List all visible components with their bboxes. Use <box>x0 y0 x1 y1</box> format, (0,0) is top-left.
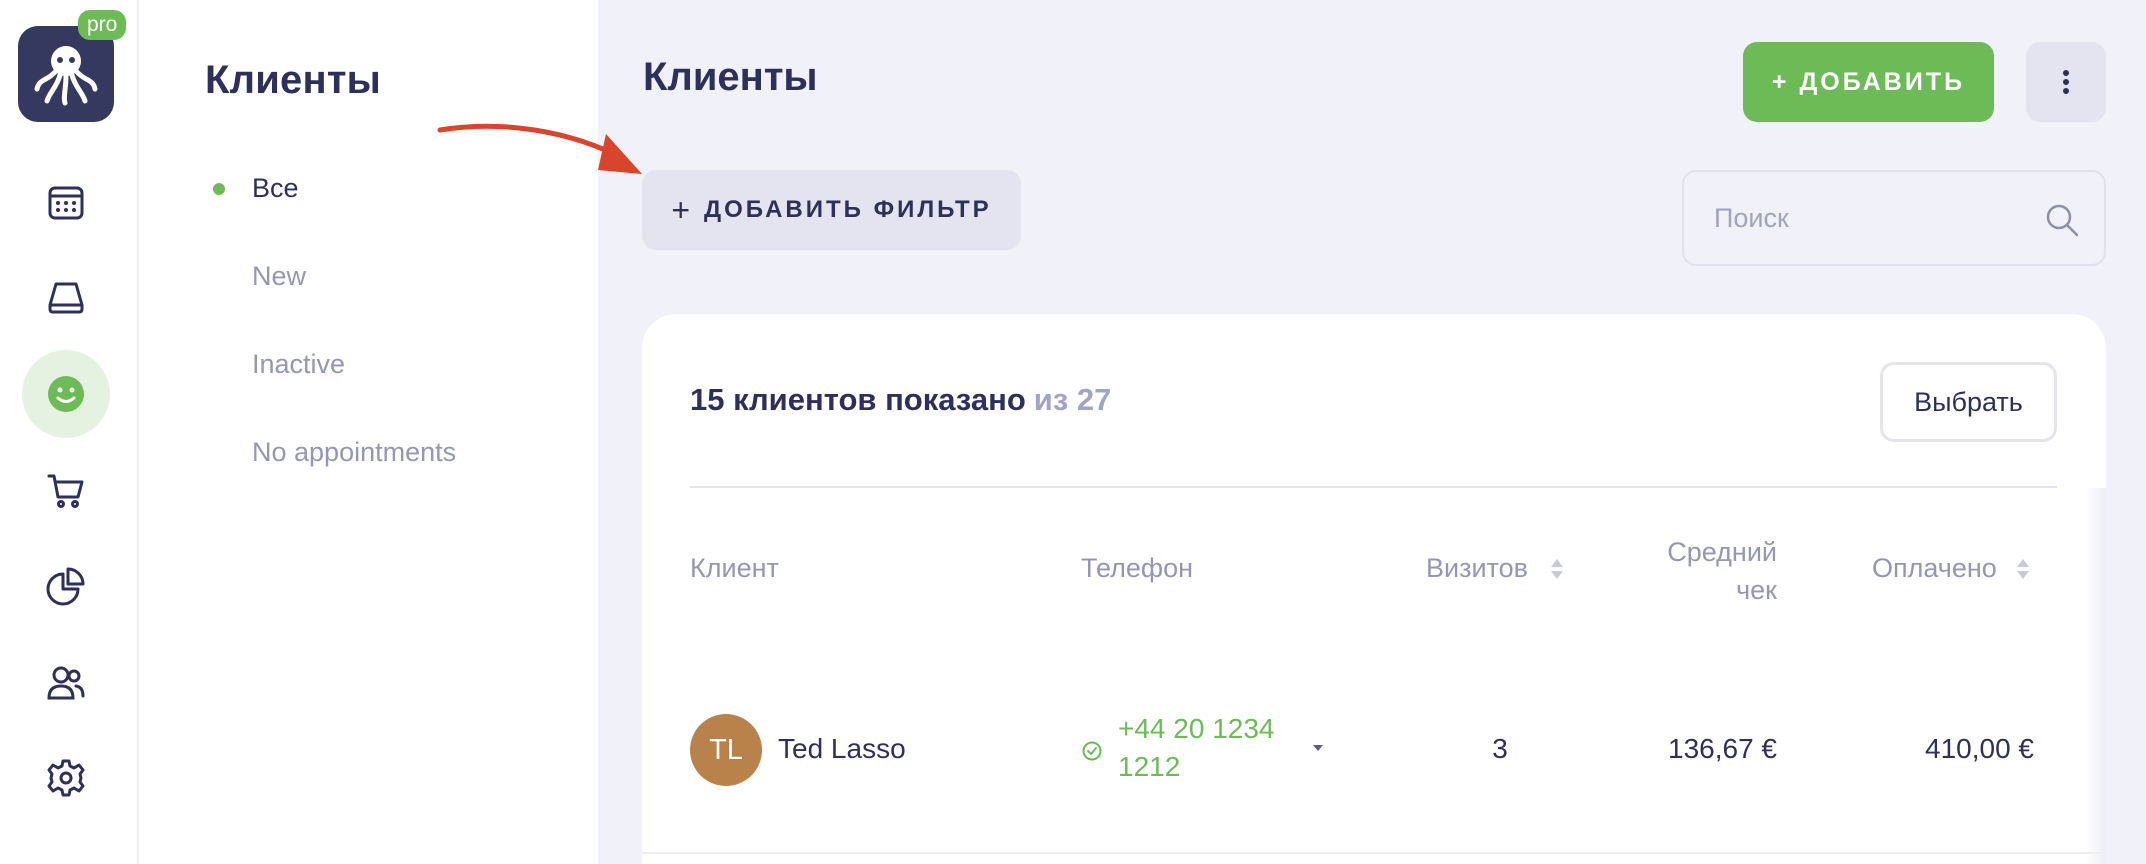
smiley-icon <box>48 376 84 412</box>
client-avg-check: 136,67 € <box>1668 733 1777 764</box>
add-filter-label: ДОБАВИТЬ ФИЛЬТР <box>704 196 992 223</box>
search-icon <box>2046 204 2079 237</box>
column-header-avg-check[interactable]: Средний чек <box>1620 533 1777 609</box>
plus-icon: + <box>671 191 690 228</box>
client-phone[interactable]: +44 20 1234 1212 <box>1118 710 1298 786</box>
phone-dropdown-chevron-icon[interactable] <box>1311 743 1325 753</box>
rail-item-reports[interactable] <box>22 542 110 630</box>
sort-visits-icon[interactable] <box>1549 556 1565 582</box>
client-name[interactable]: Ted Lasso <box>778 733 906 765</box>
clients-count: 15 клиентов показано из 27 <box>690 382 1111 418</box>
row-divider <box>642 852 2106 854</box>
sidebar-title: Клиенты <box>205 58 381 102</box>
column-header-visits[interactable]: Визитов <box>1426 553 1528 584</box>
search-input[interactable] <box>1714 198 2034 238</box>
client-paid: 410,00 € <box>1925 733 2034 764</box>
calendar-icon <box>48 186 84 220</box>
avg-check-line2: чек <box>1736 575 1777 605</box>
gear-icon <box>47 759 85 797</box>
avatar: TL <box>690 714 762 786</box>
phone-line2: 1212 <box>1118 751 1181 782</box>
rail-item-shop[interactable] <box>22 446 110 534</box>
phone-verified-icon <box>1082 741 1102 761</box>
filter-item-inactive[interactable]: Inactive <box>252 349 345 380</box>
add-filter-button[interactable]: + ДОБАВИТЬ ФИЛЬТР <box>642 170 1021 250</box>
column-header-paid[interactable]: Оплачено <box>1872 553 1997 584</box>
app-logo[interactable] <box>18 26 114 122</box>
pie-chart-icon <box>46 567 85 606</box>
filter-item-new[interactable]: New <box>252 261 306 292</box>
rail-item-calendar[interactable] <box>22 158 110 246</box>
more-options-button[interactable] <box>2026 42 2106 122</box>
rail-item-clients[interactable] <box>22 350 110 438</box>
pro-badge: pro <box>78 10 127 40</box>
sort-paid-icon[interactable] <box>2015 556 2031 582</box>
rail-item-settings[interactable] <box>22 734 110 822</box>
column-header-client[interactable]: Клиент <box>690 553 779 584</box>
avg-check-line1: Средний <box>1667 537 1777 567</box>
column-header-phone[interactable]: Телефон <box>1081 553 1193 584</box>
app-root: pro Клиенты Все New Inactive No appointm… <box>0 0 2146 864</box>
annotation-arrow <box>437 123 642 174</box>
inbox-icon <box>48 282 84 314</box>
phone-line1: +44 20 1234 <box>1118 713 1275 744</box>
users-icon <box>47 666 85 700</box>
filter-item-all[interactable]: Все <box>252 173 299 204</box>
search-box[interactable] <box>1682 170 2106 266</box>
cart-icon <box>47 474 84 508</box>
client-visits: 3 <box>1492 733 1508 764</box>
add-client-button[interactable]: + ДОБАВИТЬ <box>1743 42 1994 122</box>
clients-total: из 27 <box>1033 382 1112 417</box>
octopus-logo-icon <box>34 46 98 106</box>
card-divider <box>690 486 2057 488</box>
more-vertical-icon <box>2063 70 2069 94</box>
select-button[interactable]: Выбрать <box>1880 362 2057 442</box>
filter-item-no-appointments[interactable]: No appointments <box>252 437 456 468</box>
rail-item-staff[interactable] <box>22 638 110 726</box>
clients-shown: 15 клиентов показано <box>690 382 1026 417</box>
active-filter-dot <box>213 183 225 195</box>
table-scroll-shadow <box>2086 488 2106 864</box>
rail-item-inbox[interactable] <box>22 253 110 341</box>
icon-rail: pro <box>0 0 138 864</box>
page-title: Клиенты <box>643 55 818 99</box>
